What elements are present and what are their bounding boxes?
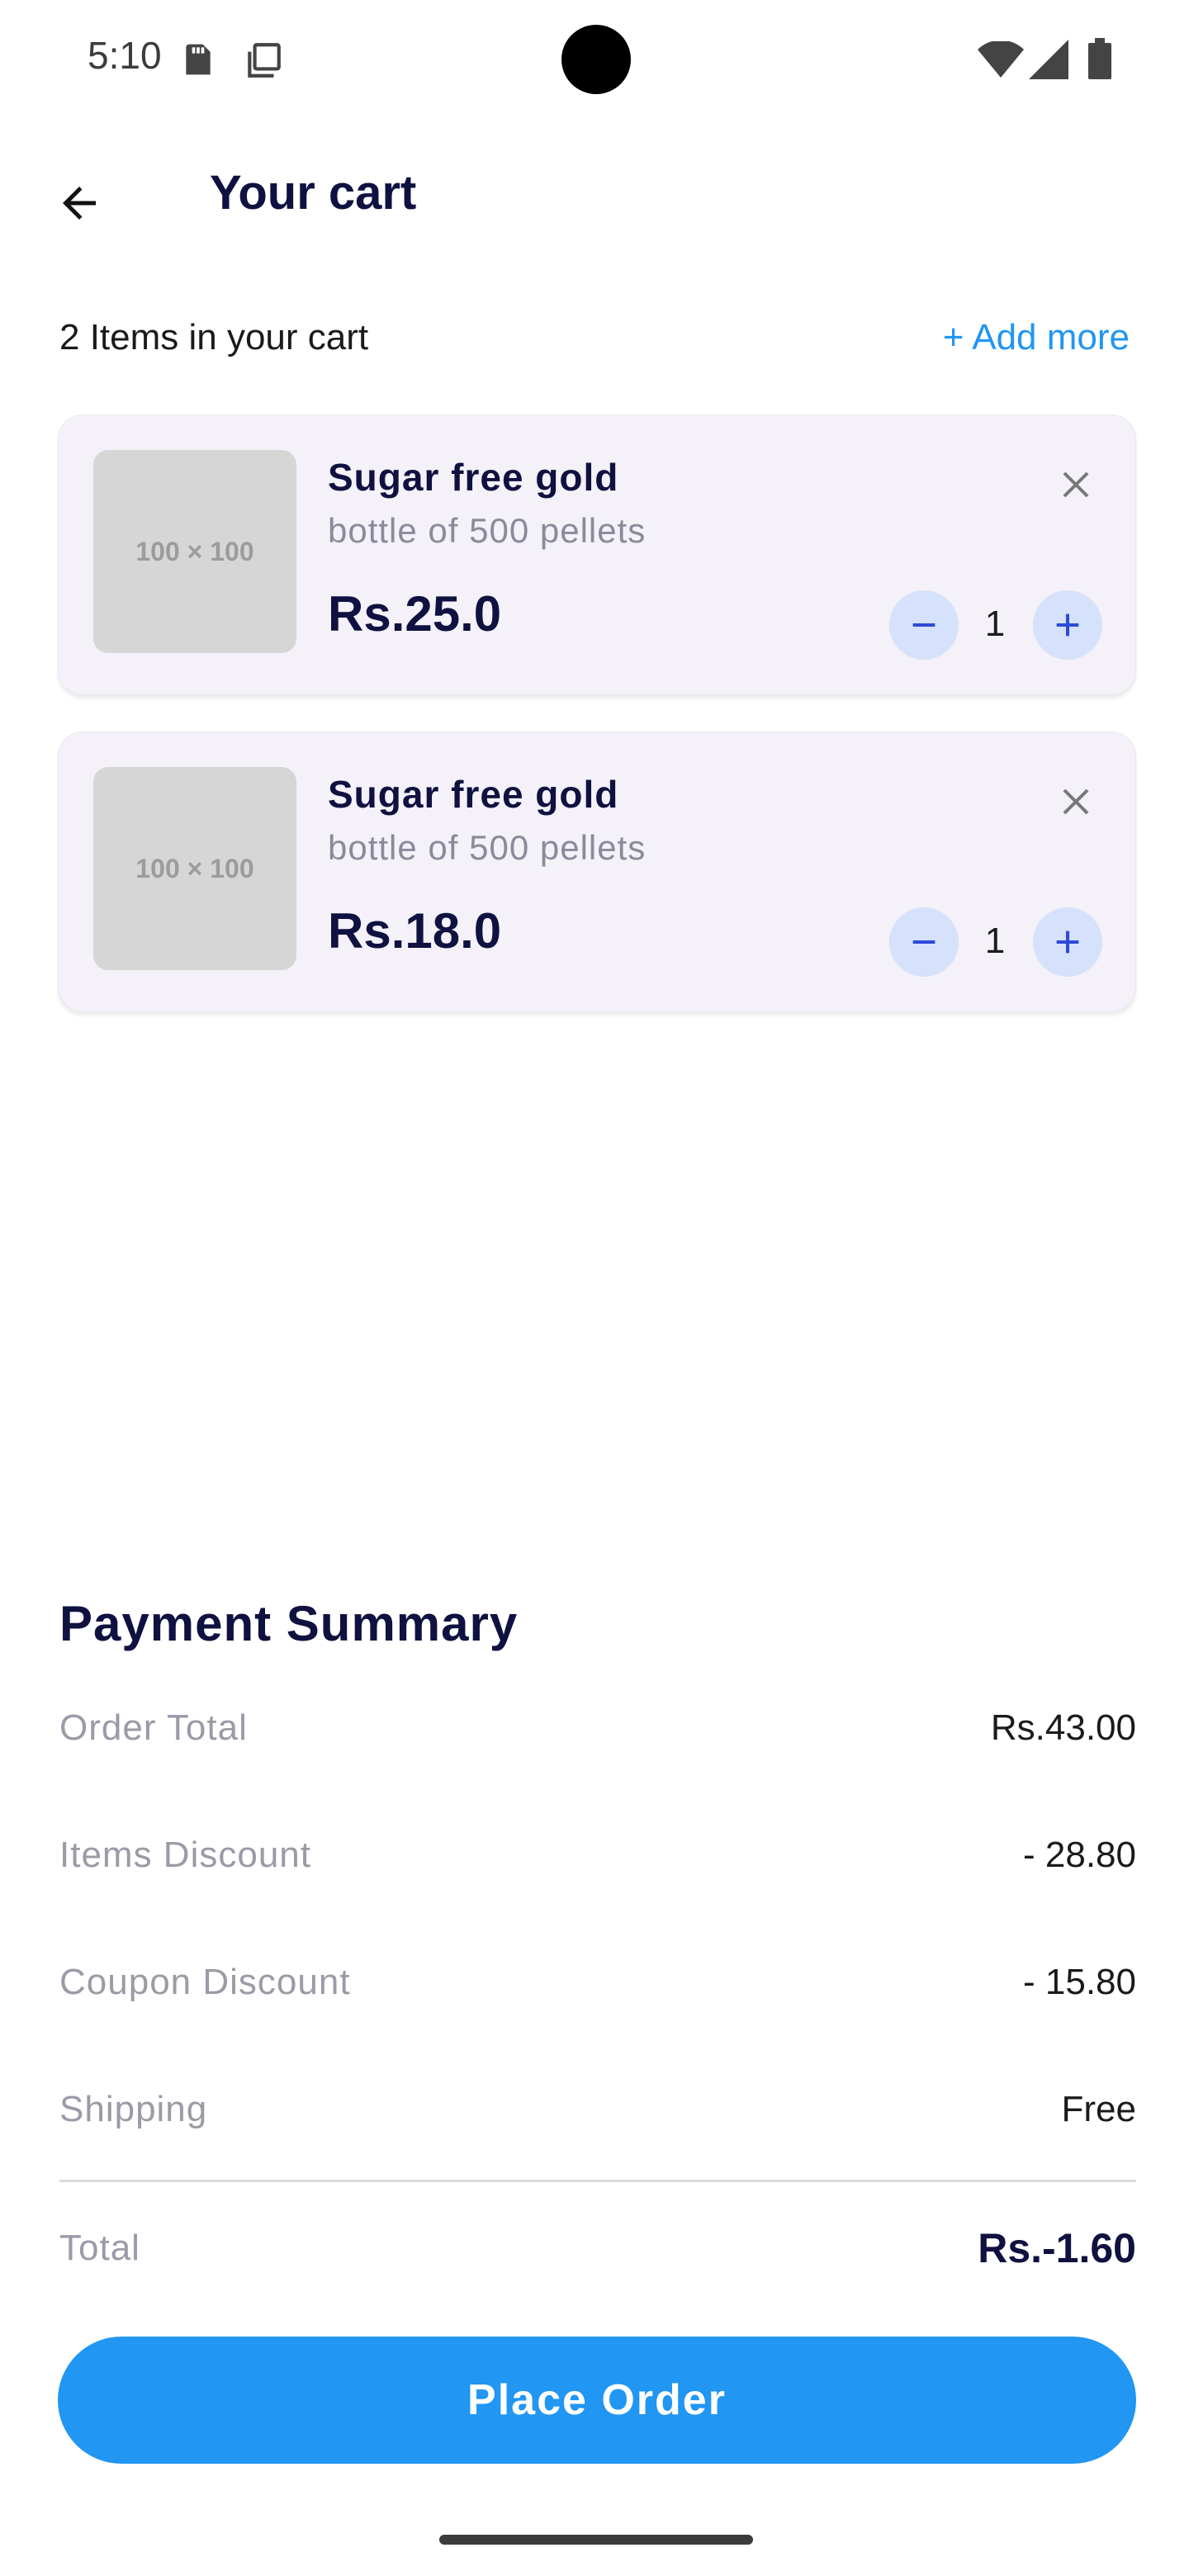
increase-quantity-button[interactable] [1033, 907, 1102, 977]
summary-label: Items Discount [59, 1835, 311, 1875]
summary-value: - 28.80 [1023, 1835, 1136, 1875]
quantity-value: 1 [984, 604, 1006, 644]
plus-icon [1056, 930, 1079, 954]
summary-value: Free [1061, 2089, 1136, 2129]
place-order-button[interactable]: Place Order [58, 2337, 1136, 2464]
total-label: Total [59, 2228, 140, 2268]
battery-icon [1088, 38, 1111, 79]
product-name: Sugar free gold [328, 773, 619, 816]
close-icon [1063, 471, 1089, 498]
remove-item-button[interactable] [1049, 775, 1102, 828]
status-bar: 5:10 [0, 0, 1189, 116]
decrease-quantity-button[interactable] [889, 590, 959, 660]
product-name: Sugar free gold [328, 456, 619, 499]
plus-icon [1056, 613, 1079, 637]
status-time: 5:10 [88, 34, 162, 77]
home-indicator[interactable] [439, 2535, 753, 2545]
remove-item-button[interactable] [1049, 458, 1102, 511]
product-image: 100 × 100 [93, 450, 296, 653]
signal-icon [1029, 40, 1068, 79]
product-description: bottle of 500 pellets [328, 511, 647, 550]
quantity-value: 1 [984, 921, 1006, 961]
payment-summary-title: Payment Summary [59, 1596, 519, 1651]
summary-row-total: Total Rs.-1.60 [59, 2225, 1136, 2277]
product-price: Rs.18.0 [328, 903, 502, 959]
page-title: Your cart [210, 166, 417, 220]
summary-label: Shipping [59, 2089, 208, 2129]
items-count: 2 Items in your cart [59, 317, 369, 358]
summary-row-coupon-discount: Coupon Discount - 15.80 [59, 1962, 1136, 2011]
product-price: Rs.25.0 [328, 586, 502, 642]
decrease-quantity-button[interactable] [889, 907, 959, 977]
add-more-link[interactable]: + Add more [943, 317, 1130, 358]
minus-icon [912, 623, 936, 627]
back-button[interactable] [46, 170, 112, 236]
summary-row-order-total: Order Total Rs.43.00 [59, 1707, 1136, 1757]
summary-label: Coupon Discount [59, 1962, 351, 2002]
summary-value: Rs.43.00 [990, 1707, 1136, 1748]
summary-row-items-discount: Items Discount - 28.80 [59, 1835, 1136, 1884]
product-description: bottle of 500 pellets [328, 828, 647, 867]
cart-item: 100 × 100 Sugar free gold bottle of 500 … [58, 732, 1136, 1012]
copy-icon [248, 43, 281, 78]
summary-label: Order Total [59, 1707, 248, 1748]
arrow-back-icon [63, 187, 96, 220]
sd-card-icon [186, 44, 211, 75]
total-value: Rs.-1.60 [978, 2225, 1136, 2271]
summary-divider [59, 2180, 1136, 2182]
increase-quantity-button[interactable] [1033, 590, 1102, 660]
wifi-icon [978, 41, 1024, 78]
close-icon [1063, 788, 1089, 815]
cart-item: 100 × 100 Sugar free gold bottle of 500 … [58, 414, 1136, 695]
camera-cutout [561, 25, 631, 94]
minus-icon [912, 940, 936, 944]
summary-value: - 15.80 [1023, 1962, 1136, 2002]
product-image: 100 × 100 [93, 767, 296, 970]
summary-row-shipping: Shipping Free [59, 2089, 1136, 2138]
